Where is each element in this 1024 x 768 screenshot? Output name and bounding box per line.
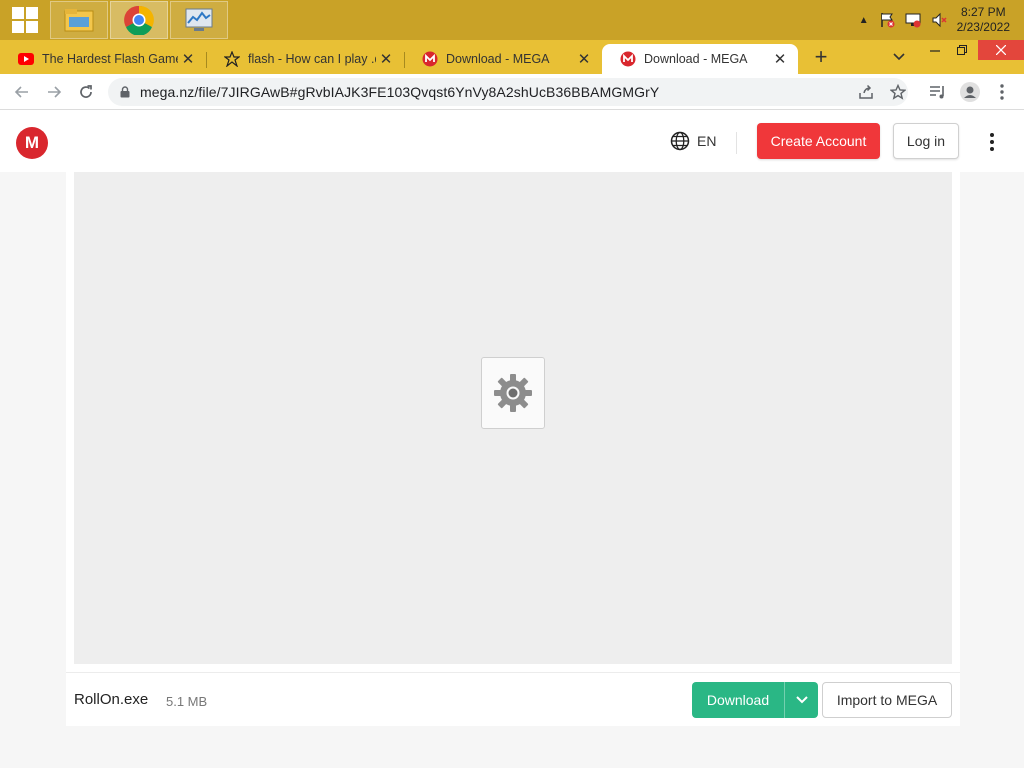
clock-date: 2/23/2022	[956, 20, 1010, 34]
taskbar: ▲ 8:27 PM 2/23/2022	[0, 0, 1024, 40]
executable-file-icon	[481, 357, 545, 429]
mega-icon	[620, 51, 636, 67]
mega-logo-letter: M	[24, 133, 40, 152]
volume-muted-icon[interactable]	[931, 12, 947, 28]
create-account-button[interactable]: Create Account	[757, 123, 880, 159]
close-icon	[996, 45, 1006, 55]
tab-flash-question[interactable]: flash - How can I play .dc ✕	[206, 44, 404, 74]
start-button[interactable]	[0, 0, 50, 40]
chevron-down-icon	[795, 696, 808, 704]
taskbar-chrome[interactable]	[110, 1, 168, 39]
reload-button[interactable]	[74, 80, 98, 104]
gear-icon	[494, 374, 532, 412]
tab-title: The Hardest Flash Game	[42, 52, 178, 66]
download-label: Download	[706, 692, 770, 708]
close-tab-icon[interactable]: ✕	[376, 49, 396, 69]
tab-title: Download - MEGA	[446, 52, 550, 66]
globe-icon	[670, 131, 690, 151]
tab-download-mega-2[interactable]: Download - MEGA ✕	[602, 44, 798, 74]
arrow-right-icon	[48, 86, 62, 98]
restore-icon	[957, 45, 967, 55]
minimize-button[interactable]	[922, 40, 948, 60]
language-label: EN	[697, 133, 717, 149]
taskbar-file-explorer[interactable]	[50, 1, 108, 39]
maximize-button[interactable]	[948, 40, 976, 60]
header-divider	[736, 132, 737, 154]
youtube-icon	[18, 51, 34, 67]
minimize-icon	[930, 50, 940, 52]
card-divider	[66, 672, 960, 673]
file-preview	[74, 172, 952, 664]
close-tab-icon[interactable]: ✕	[770, 49, 790, 69]
more-vertical-icon	[1000, 84, 1004, 100]
folder-icon	[64, 9, 94, 32]
file-card: RollOn.exe 5.1 MB Download Import to MEG…	[66, 172, 960, 726]
tab-title: Download - MEGA	[644, 52, 748, 66]
mega-header: M EN Create Account Log in	[0, 110, 1024, 172]
bookmark-button[interactable]	[886, 80, 910, 104]
tab-title: flash - How can I play .dc	[248, 52, 376, 66]
tab-search-button[interactable]	[888, 46, 910, 68]
language-selector[interactable]: EN	[670, 131, 716, 151]
arrow-left-icon	[14, 86, 28, 98]
close-tab-icon[interactable]: ✕	[178, 49, 198, 69]
tray-expand-icon[interactable]: ▲	[859, 15, 869, 26]
back-button[interactable]	[10, 80, 34, 104]
tab-strip: The Hardest Flash Game ✕ flash - How can…	[0, 40, 1024, 74]
browser-menu-button[interactable]	[990, 80, 1014, 104]
login-button[interactable]: Log in	[893, 123, 959, 159]
site-icon	[224, 51, 240, 67]
action-center-flag-icon[interactable]	[879, 12, 895, 28]
windows-icon	[12, 7, 38, 33]
profile-button[interactable]	[958, 80, 982, 104]
forward-button[interactable]	[42, 80, 66, 104]
star-icon	[890, 84, 906, 100]
more-menu-button[interactable]	[982, 132, 1002, 152]
monitor-chart-icon	[185, 8, 213, 31]
clock-time: 8:27 PM	[960, 5, 1006, 19]
clock[interactable]: 8:27 PM 2/23/2022	[957, 5, 1010, 35]
chrome-icon	[124, 5, 154, 35]
avatar-icon	[960, 82, 980, 102]
address-bar[interactable]: mega.nz/file/7JIRGAwB#gRvbIAJK3FE103Qvqs…	[108, 78, 908, 106]
file-size: 5.1 MB	[166, 694, 208, 709]
close-window-button[interactable]	[978, 40, 1024, 60]
mega-logo[interactable]: M	[16, 127, 48, 159]
taskbar-performance-monitor[interactable]	[170, 1, 228, 39]
file-name: RollOn.exe	[74, 691, 149, 708]
browser-toolbar: mega.nz/file/7JIRGAwB#gRvbIAJK3FE103Qvqs…	[0, 74, 1024, 110]
media-control-button[interactable]	[926, 80, 950, 104]
share-icon	[859, 84, 873, 99]
lock-icon	[120, 86, 130, 98]
new-tab-button[interactable]: +	[808, 45, 834, 71]
download-button[interactable]: Download	[692, 682, 818, 718]
reload-icon	[80, 85, 92, 98]
tab-hardest-flash-game[interactable]: The Hardest Flash Game ✕	[0, 44, 206, 74]
tab-download-mega-1[interactable]: Download - MEGA ✕	[404, 44, 602, 74]
system-tray: ▲ 8:27 PM 2/23/2022	[859, 0, 1024, 40]
network-icon[interactable]	[905, 12, 921, 28]
url-text: mega.nz/file/7JIRGAwB#gRvbIAJK3FE103Qvqs…	[140, 84, 660, 100]
download-options-button[interactable]	[784, 682, 818, 718]
chevron-down-icon	[893, 53, 905, 61]
close-tab-icon[interactable]: ✕	[574, 49, 594, 69]
mega-icon	[422, 51, 438, 67]
media-queue-icon	[930, 86, 944, 99]
share-button[interactable]	[854, 80, 878, 104]
import-to-mega-button[interactable]: Import to MEGA	[822, 682, 952, 718]
